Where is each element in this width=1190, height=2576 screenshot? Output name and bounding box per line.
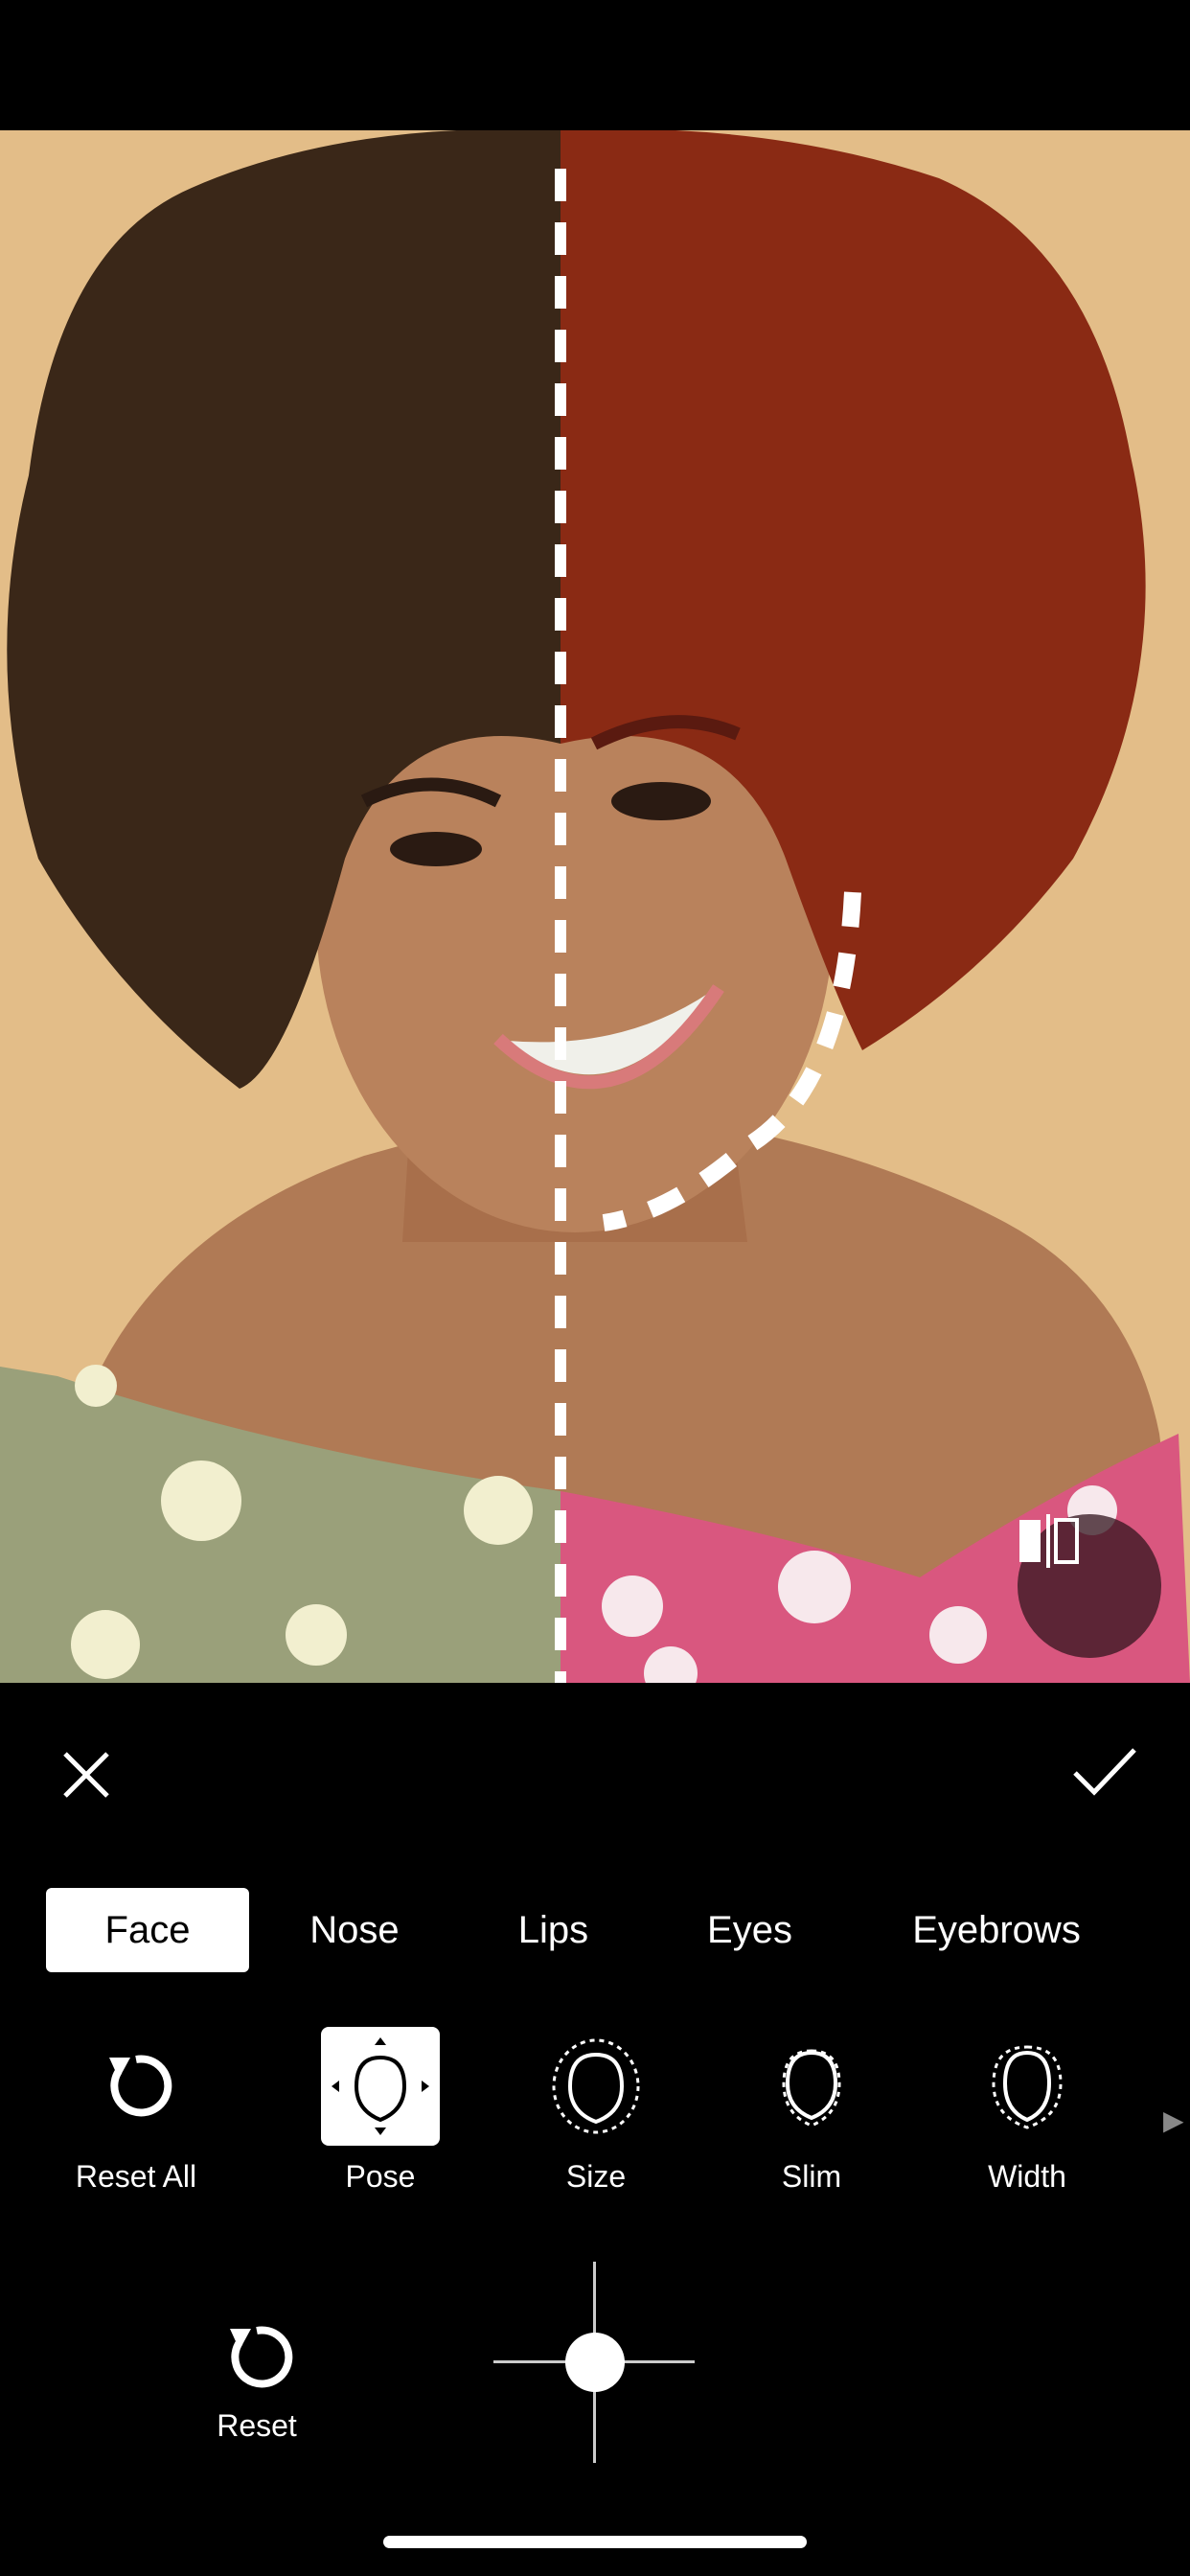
face-pose-icon	[332, 2037, 429, 2135]
tab-nose[interactable]: Nose	[287, 1888, 422, 1972]
tab-face[interactable]: Face	[46, 1888, 249, 1972]
tool-width[interactable]: Width	[946, 2027, 1109, 2209]
tab-eyes[interactable]: Eyes	[685, 1888, 814, 1972]
tab-lips[interactable]: Lips	[489, 1888, 618, 1972]
checkmark-icon	[1073, 1748, 1136, 1796]
portrait-illustration	[0, 130, 1190, 1683]
compare-button[interactable]	[1018, 1514, 1161, 1658]
tool-label: Slim	[781, 2159, 842, 2194]
reset-button[interactable]: Reset	[199, 2319, 314, 2444]
scroll-right-icon[interactable]: ▶	[1163, 2104, 1184, 2136]
tab-eyebrows[interactable]: Eyebrows	[891, 1888, 1102, 1972]
status-bar	[0, 0, 1190, 130]
tool-reset-all[interactable]: Reset All	[55, 2027, 217, 2209]
feature-tabs: Face Nose Lips Eyes Eyebrows	[0, 1888, 1190, 1972]
tool-label: Size	[565, 2159, 627, 2194]
tool-slim[interactable]: Slim	[730, 2027, 893, 2209]
tool-label: Reset All	[75, 2159, 197, 2194]
face-slim-icon	[782, 2049, 841, 2128]
split-compare-icon	[1019, 1514, 1079, 1568]
close-icon	[63, 1752, 109, 1798]
tool-pose[interactable]: Pose	[299, 2027, 462, 2209]
tool-label: Width	[988, 2159, 1066, 2194]
reset-label: Reset	[217, 2408, 297, 2443]
face-size-icon	[552, 2038, 640, 2134]
close-button[interactable]	[57, 1746, 115, 1804]
adjust-pad-knob[interactable]	[565, 2333, 625, 2392]
reset-icon	[109, 2055, 172, 2117]
photo-canvas[interactable]	[0, 130, 1190, 1683]
confirm-button[interactable]	[1071, 1742, 1138, 1800]
face-width-icon	[992, 2045, 1063, 2129]
reset-icon	[230, 2326, 293, 2388]
home-indicator	[383, 2536, 807, 2548]
tool-size[interactable]: Size	[515, 2027, 677, 2209]
tool-label: Pose	[345, 2159, 416, 2194]
